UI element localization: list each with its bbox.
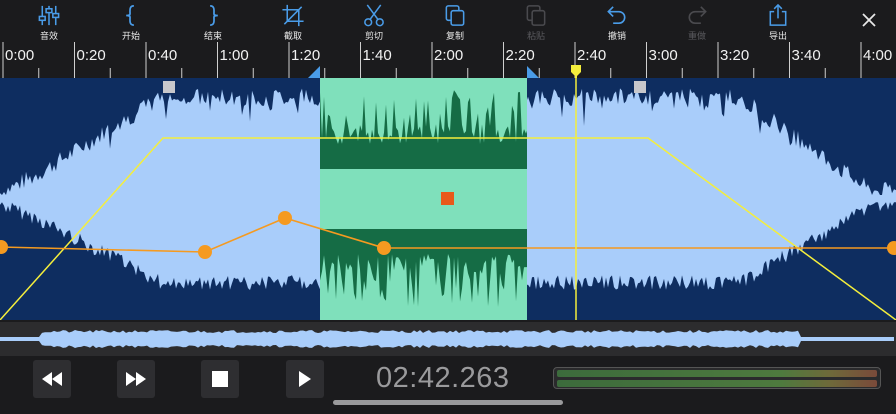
crop-icon [282, 4, 304, 27]
toolbar-label: 剪切 [364, 32, 383, 42]
ruler-tick-label: 0:20 [76, 47, 106, 64]
share-icon [769, 3, 787, 26]
stop-button[interactable] [201, 360, 239, 398]
fast-forward-icon [126, 372, 146, 386]
ruler-tick-label: 3:40 [791, 47, 821, 64]
toolbar-label: 导出 [768, 32, 787, 42]
level-meter [553, 367, 881, 389]
ruler-tick-label: 4:00 [863, 47, 893, 64]
volume-point[interactable] [278, 211, 292, 225]
level-meter-right [557, 380, 877, 387]
play-button[interactable] [286, 360, 324, 398]
volume-point[interactable] [198, 245, 212, 259]
toolbar-label: 开始 [121, 32, 140, 42]
volume-point[interactable] [377, 241, 391, 255]
undo-button[interactable]: 撤销 [589, 0, 645, 42]
scissors-icon [364, 4, 384, 27]
ruler-tick-label: 1:20 [291, 47, 321, 64]
playhead-stem [575, 66, 577, 78]
rewind-icon [42, 372, 62, 386]
fade-in-handle[interactable] [163, 81, 175, 93]
redo-icon [688, 6, 707, 25]
selection-center-marker[interactable] [441, 192, 454, 205]
undo-icon [607, 6, 626, 25]
ruler-tick-label: 3:00 [648, 47, 678, 64]
toolbar-label: 复制 [445, 32, 464, 42]
sliders-icon [38, 5, 60, 26]
end-button[interactable]: 结束 [185, 0, 241, 42]
ruler-tick-label: 3:20 [720, 47, 750, 64]
ruler-tick-label: 0:00 [5, 47, 35, 64]
fade-out-handle[interactable] [634, 81, 646, 93]
ruler-tick-label: 2:00 [434, 47, 464, 64]
toolbar-label: 粘贴 [526, 32, 545, 42]
ruler-tick-label: 2:20 [505, 47, 535, 64]
waveform-editor[interactable] [0, 78, 896, 320]
transport-bar: 02:42.263 [0, 356, 896, 414]
right-brace-icon [210, 5, 218, 26]
ruler-tick-label: 2:40 [577, 47, 607, 64]
level-meter-left [557, 370, 877, 377]
left-brace-icon [126, 5, 134, 26]
redo-button[interactable]: 重做 [669, 0, 725, 42]
home-indicator[interactable] [333, 400, 563, 405]
toolbar-label: 截取 [283, 32, 302, 42]
overview-waveform [0, 330, 894, 348]
cut-button[interactable]: 剪切 [346, 0, 402, 42]
toolbar-label: 重做 [687, 32, 706, 42]
ruler-tick-label: 0:40 [148, 47, 178, 64]
effects-button[interactable]: 音效 [21, 0, 77, 42]
paste-button[interactable]: 粘贴 [508, 0, 564, 42]
stop-icon [212, 371, 228, 387]
play-icon [299, 371, 311, 387]
fast-forward-button[interactable] [117, 360, 155, 398]
start-button[interactable]: 开始 [103, 0, 159, 42]
selection-end-handle[interactable] [527, 66, 539, 78]
timeline-ruler[interactable]: 0:00 0:20 0:40 1:00 1:20 1:40 2:00 2:20 2:40 3:00… [0, 42, 896, 78]
ruler-tick-label: 1:40 [362, 47, 392, 64]
rewind-button[interactable] [33, 360, 71, 398]
paste-icon [526, 5, 546, 26]
toolbar: 音效 开始 结束 截取 剪切 复制 粘贴 撤销 重做 导出 [0, 0, 896, 42]
volume-point[interactable] [0, 240, 8, 254]
toolbar-label: 撤销 [607, 32, 626, 42]
close-icon[interactable] [860, 11, 878, 29]
volume-point[interactable] [887, 241, 896, 255]
toolbar-label: 音效 [39, 32, 58, 42]
waveform[interactable] [0, 78, 896, 320]
ruler-tick-label: 1:00 [219, 47, 249, 64]
toolbar-label: 结束 [203, 32, 222, 42]
trim-button[interactable]: 截取 [265, 0, 321, 42]
current-time: 02:42.263 [376, 362, 510, 394]
waveform-overview[interactable] [0, 322, 896, 356]
copy-button[interactable]: 复制 [427, 0, 483, 42]
copy-icon [445, 5, 465, 26]
selection-start-handle[interactable] [308, 66, 320, 78]
export-button[interactable]: 导出 [750, 0, 806, 42]
